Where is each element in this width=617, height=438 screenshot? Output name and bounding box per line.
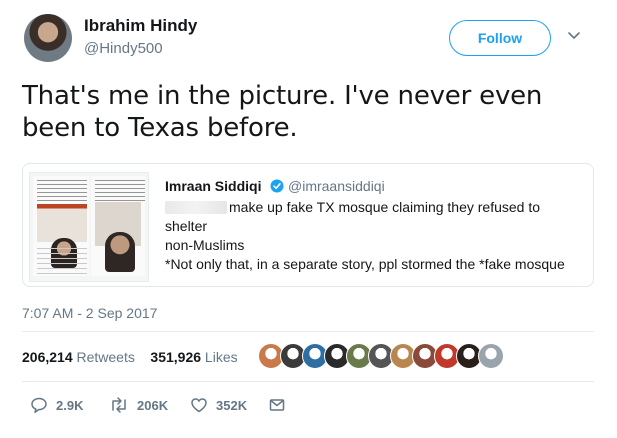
media-photo <box>37 204 87 268</box>
quoted-author-name: Imraan Siddiqi <box>165 178 262 194</box>
tweet-text: That's me in the picture. I've never eve… <box>22 81 543 143</box>
engagement-stats: 206,214 Retweets 351,926 Likes <box>22 349 238 365</box>
tweet-timestamp[interactable]: 7:07 AM - 2 Sep 2017 <box>22 305 157 321</box>
quoted-tweet-media[interactable] <box>29 172 149 282</box>
reply-icon <box>31 397 47 413</box>
person-figure <box>105 232 135 272</box>
media-screenshot-left <box>33 176 89 276</box>
reply-action[interactable]: 2.9K <box>30 395 83 415</box>
like-count: 352K <box>216 397 248 413</box>
quoted-line-3: *Not only that, in a separate story, ppl… <box>165 256 565 272</box>
retweet-action[interactable]: 206K <box>109 395 168 415</box>
author-avatar[interactable] <box>24 14 72 62</box>
like-action[interactable]: 352K <box>190 395 247 415</box>
heart-icon <box>191 398 207 413</box>
quoted-tweet-card[interactable]: Imraan Siddiqi @imraansiddiqi make up fa… <box>22 163 594 287</box>
author-name[interactable]: Ibrahim Hindy <box>84 16 197 36</box>
divider <box>22 331 594 332</box>
media-screenshot-right <box>91 176 145 276</box>
envelope-icon <box>269 399 285 411</box>
verified-badge-icon <box>270 179 284 193</box>
media-text-lines <box>37 248 87 274</box>
quoted-author-handle: @imraansiddiqi <box>288 178 385 194</box>
likes-stat[interactable]: 351,926 Likes <box>150 349 237 365</box>
direct-message-action[interactable] <box>268 395 286 415</box>
retweet-icon <box>112 397 126 413</box>
media-photo <box>95 202 141 272</box>
chevron-down-icon[interactable] <box>567 28 581 42</box>
media-headline-lines <box>95 180 145 204</box>
follow-button[interactable]: Follow <box>449 20 551 56</box>
retweet-count: 206K <box>137 397 169 413</box>
redacted-text <box>165 201 227 214</box>
reply-count: 2.9K <box>56 397 84 413</box>
quoted-line-2: non-Muslims <box>165 237 245 253</box>
author-handle[interactable]: @Hindy500 <box>84 40 163 57</box>
media-headline-lines <box>37 180 87 204</box>
divider <box>22 381 594 382</box>
quoted-line-1: make up fake TX mosque claiming they ref… <box>165 199 541 234</box>
quoted-tweet-text: make up fake TX mosque claiming they ref… <box>165 198 585 274</box>
retweets-stat[interactable]: 206,214 Retweets <box>22 349 135 365</box>
liker-avatar[interactable] <box>478 343 504 369</box>
